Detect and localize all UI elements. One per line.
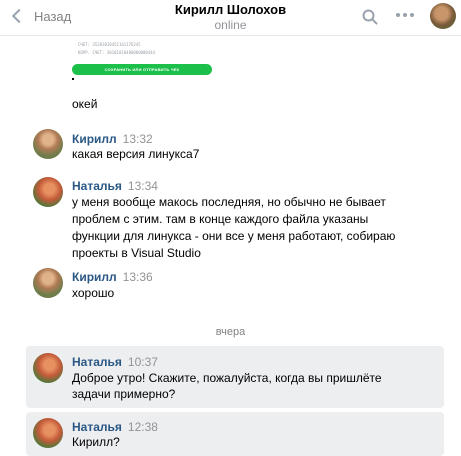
message-time: 13:34 — [127, 179, 158, 193]
attachment-line-1: СЧЕТ: 35203810451161176245 — [78, 42, 141, 47]
message-time: 12:38 — [127, 420, 158, 434]
attachment-image[interactable]: СЧЕТ: 35203810451161176245 КОРР. СЧЕТ: 3… — [72, 38, 214, 80]
attachment-save-button: СОХРАНИТЬ ИЛИ ОТПРАВИТЬ ЧЕК — [72, 64, 212, 75]
avatar[interactable] — [33, 418, 63, 448]
message-header: Кирилл 13:32 — [72, 131, 153, 147]
message-header: Кирилл 13:36 — [72, 269, 153, 285]
attachment-dot — [72, 78, 74, 80]
message-header: Наталья 12:38 — [72, 419, 158, 435]
search-icon[interactable] — [362, 9, 378, 25]
sender-name[interactable]: Кирилл — [72, 270, 117, 284]
message-text-line: у меня вообще макось последняя, но обычн… — [72, 195, 386, 209]
message-time: 13:36 — [122, 270, 153, 284]
chat-header: Назад Кирилл Шолохов online — [0, 0, 461, 36]
sender-name[interactable]: Наталья — [72, 420, 122, 434]
online-status: online — [214, 18, 247, 32]
day-separator: вчера — [215, 326, 246, 338]
message-text-line: Доброе утро! Скажите, пожалуйста, когда … — [72, 371, 382, 385]
message-text: Кирилл? — [72, 435, 120, 449]
chat-title: Кирилл Шолохов — [174, 2, 287, 17]
avatar[interactable] — [33, 177, 63, 207]
avatar[interactable] — [33, 129, 63, 159]
message-text: хорошо — [72, 286, 115, 300]
message-text: какая версия линукса7 — [72, 147, 200, 161]
message-header: Наталья 10:37 — [72, 354, 158, 370]
message-time: 13:32 — [122, 132, 153, 146]
message-time: 10:37 — [127, 355, 158, 369]
chat-title-block[interactable]: Кирилл Шолохов online — [0, 2, 461, 32]
sender-name[interactable]: Кирилл — [72, 132, 117, 146]
message-text-line: задачи примерно? — [72, 387, 176, 401]
more-dots-icon[interactable] — [396, 13, 414, 19]
message-text: окей — [72, 97, 98, 111]
header-avatar[interactable] — [430, 3, 456, 29]
avatar[interactable] — [33, 268, 63, 298]
attachment-line-2: КОРР. СЧЕТ: 30101810400000000444 — [78, 50, 156, 55]
message-text-line: проекты в Visual Studio — [72, 246, 201, 260]
avatar[interactable] — [33, 353, 63, 383]
sender-name[interactable]: Наталья — [72, 179, 122, 193]
sender-name[interactable]: Наталья — [72, 355, 122, 369]
message-text-line: функции для линукса - они все у меня раб… — [72, 229, 396, 243]
message-header: Наталья 13:34 — [72, 178, 158, 194]
message-text-line: проблем с этим. там в конце каждого файл… — [72, 212, 369, 226]
